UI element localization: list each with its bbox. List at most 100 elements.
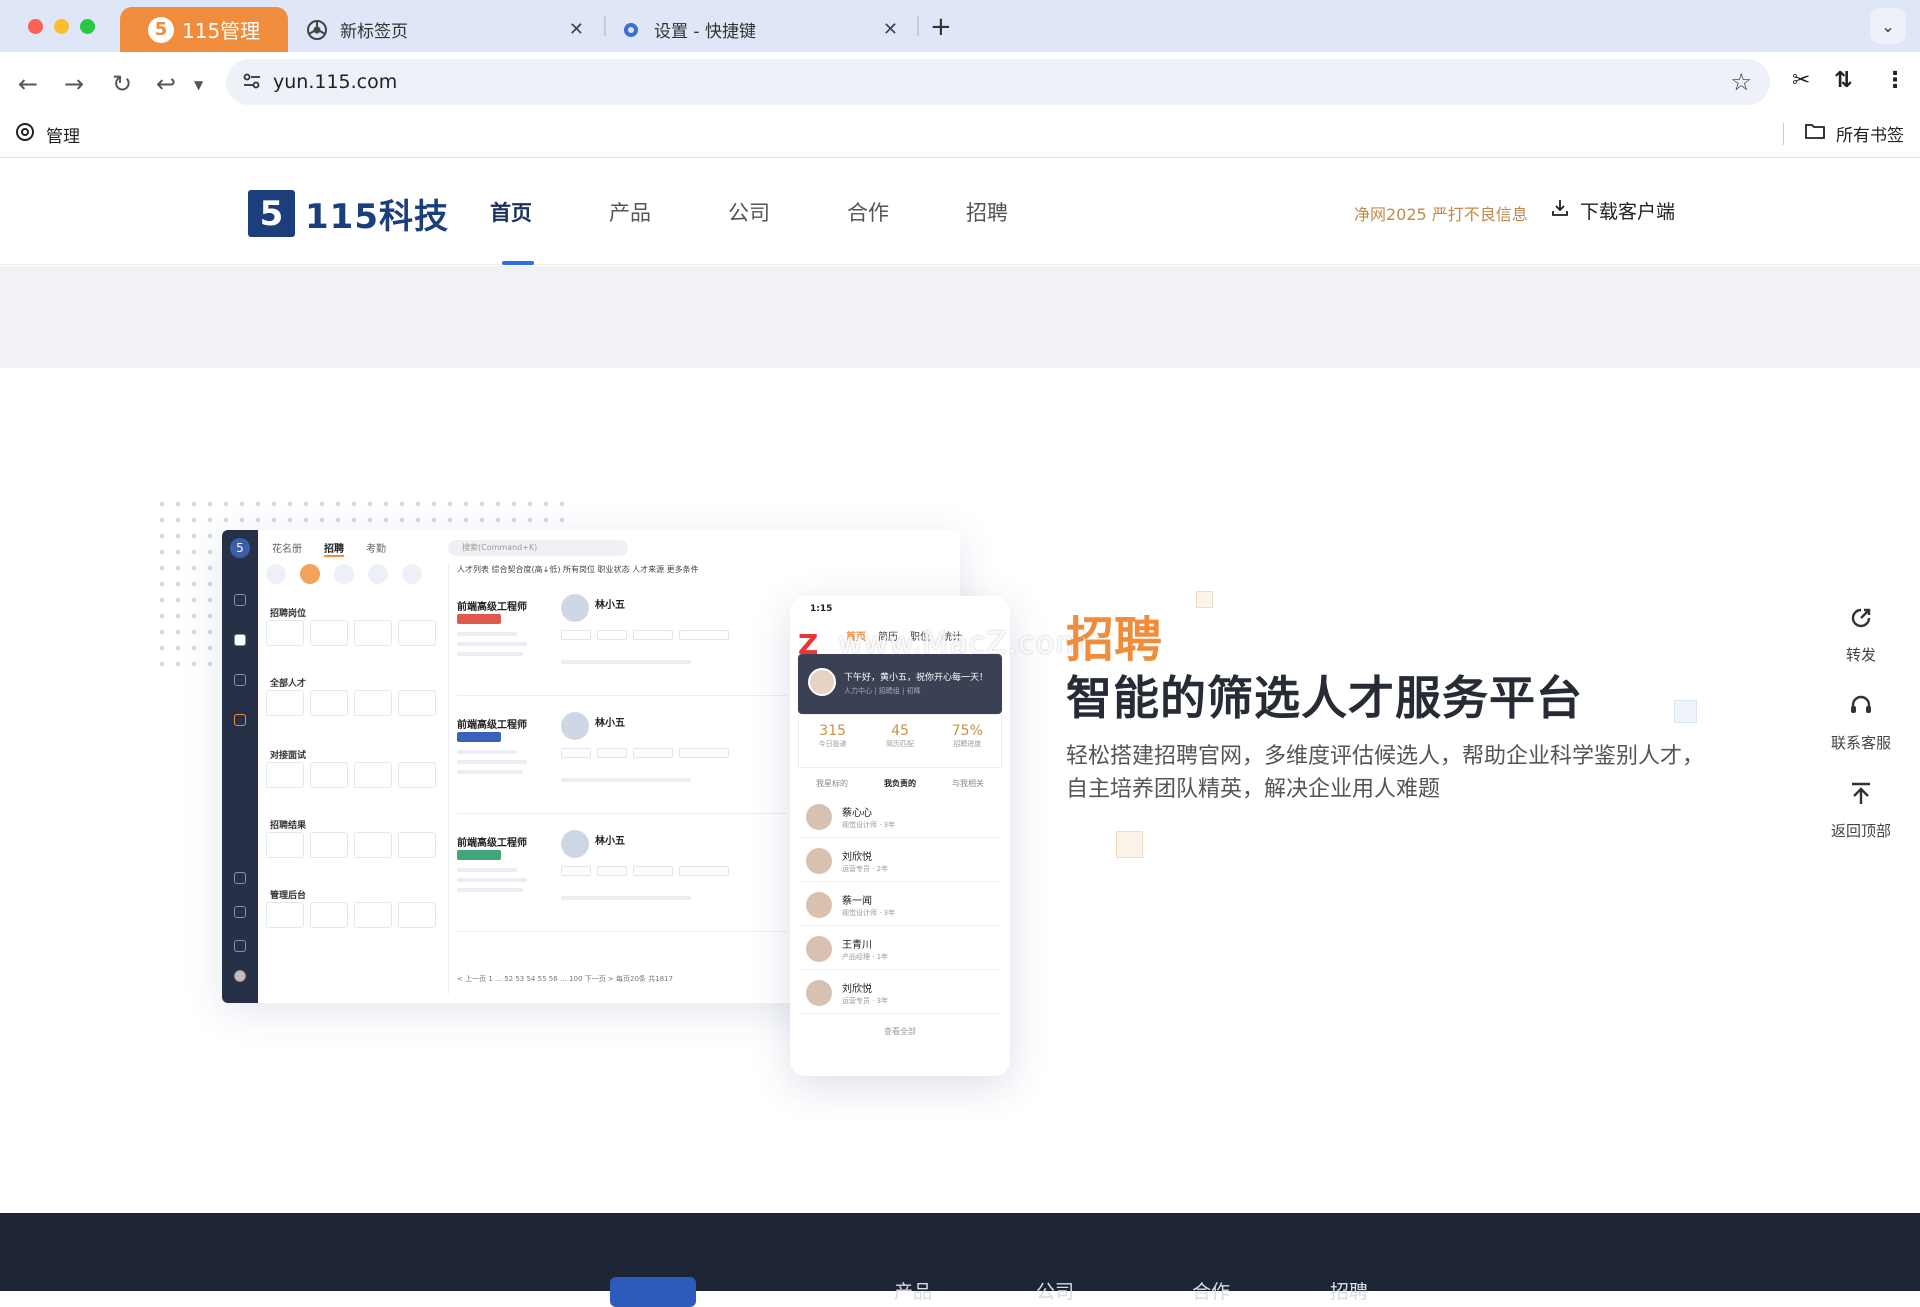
nav-recruitment[interactable]: 招聘 (966, 197, 1085, 227)
mock-candidate-card: 前端高级工程师 林小五 (457, 584, 787, 696)
reload-icon[interactable]: ↻ (112, 70, 132, 98)
mock-chip (633, 866, 673, 876)
zoom-window-button[interactable] (80, 19, 95, 34)
mock-text-line (457, 878, 527, 882)
close-window-button[interactable] (28, 19, 43, 34)
chrome-favicon-icon (306, 19, 328, 41)
phone-stat-value: 45 (891, 723, 909, 739)
phone-person-role: 视觉设计师 · 3年 (842, 821, 896, 829)
mock-chip (679, 866, 729, 876)
site-info-tune-icon[interactable] (242, 71, 262, 95)
mock-stat-box (398, 620, 436, 646)
mock-tabs: 花名册 招聘 考勤 (272, 540, 408, 557)
new-tab-plus-icon[interactable]: + (930, 12, 952, 42)
mock-stat-box (266, 902, 304, 928)
mock-module-icon (300, 564, 320, 584)
browser-toolbar: ← → ↻ ↩ ▼ yun.115.com ☆ ✂ ⇅ ⋮ (0, 52, 1920, 112)
site-logo[interactable]: 5 115科技 (248, 189, 449, 238)
hero-title: 智能的筛选人才服务平台 (1066, 671, 1583, 725)
mock-section-title: 招聘岗位 (270, 609, 307, 619)
mock-candidate-card: 前端高级工程师 林小五 (457, 702, 787, 814)
site-footer: 产品 公司 合作 招聘 (0, 1213, 1920, 1307)
phone-stat: 45 简历匹配 (866, 715, 933, 767)
logo-text: 115科技 (305, 197, 449, 237)
tab-settings-shortcuts[interactable]: 设置 - 快捷键 ✕ (616, 7, 906, 52)
phone-person-item: 王青川 产品经理 · 1年 (798, 928, 1002, 970)
mock-chip (561, 630, 591, 640)
mock-pagination: < 上一页 1 … 52 53 54 55 56 … 100 下一页 > 每页2… (457, 975, 673, 983)
url-text[interactable]: yun.115.com (273, 71, 397, 93)
minimize-window-button[interactable] (54, 19, 69, 34)
phone-person-name: 王青川 (842, 940, 872, 951)
phone-person-avatar (806, 804, 832, 830)
phone-stat-value: 75% (951, 723, 983, 739)
bookmark-manage[interactable]: 管理 (14, 121, 80, 148)
mock-module-icon (402, 564, 422, 584)
phone-segment: 与我相关 (952, 779, 984, 788)
mock-sidebar-icon (234, 674, 246, 686)
mock-candidate-name: 林小五 (595, 836, 625, 847)
address-bar[interactable]: yun.115.com ☆ (226, 59, 1770, 105)
mock-sidebar-icon (234, 594, 246, 606)
forward-arrow-icon[interactable]: → (64, 70, 84, 98)
extension-scissors-icon[interactable]: ✂ (1792, 68, 1810, 93)
download-client-button[interactable]: 下载客户端 (1550, 197, 1675, 224)
all-bookmarks-button[interactable]: 所有书签 (1804, 121, 1904, 146)
undo-history-icon[interactable]: ↩ (156, 70, 176, 98)
mock-sidebar-icon (234, 714, 246, 726)
download-icon (1550, 198, 1570, 223)
tab-115-manage[interactable]: 5 115管理 (120, 7, 288, 52)
customer-service-button[interactable]: 联系客服 (1818, 692, 1904, 753)
mock-chip (597, 748, 627, 758)
watermark-z-icon: Z (798, 628, 819, 661)
mock-text-line (457, 770, 523, 774)
mock-job-title: 前端高级工程师 (457, 720, 527, 731)
mock-tag (457, 850, 501, 860)
tab-label: 115管理 (182, 19, 261, 43)
mock-stat-box (354, 620, 392, 646)
share-label: 转发 (1845, 646, 1876, 664)
history-dropdown-icon[interactable]: ▼ (194, 78, 203, 92)
mock-chip (561, 866, 591, 876)
close-tab-icon[interactable]: ✕ (883, 19, 898, 40)
nav-home[interactable]: 首页 (490, 197, 609, 265)
mock-text-line (561, 778, 691, 782)
phone-stat-value: 315 (819, 723, 847, 739)
tab-search-chevron-icon[interactable]: ⌄ (1870, 8, 1906, 44)
notice-link[interactable]: 净网2025 严打不良信息 (1354, 201, 1528, 225)
bookmark-star-icon[interactable]: ☆ (1730, 68, 1752, 96)
mock-text-line (561, 896, 691, 900)
mock-chip (633, 748, 673, 758)
extension-transfer-icon[interactable]: ⇅ (1834, 68, 1852, 93)
phone-view-all: 查看全部 (884, 1027, 916, 1036)
tab-separator (604, 16, 606, 36)
banner-placeholder (0, 266, 1920, 368)
download-label: 下载客户端 (1580, 201, 1676, 223)
close-tab-icon[interactable]: ✕ (569, 19, 584, 40)
mock-section-title: 招聘结果 (270, 821, 307, 831)
back-arrow-icon[interactable]: ← (18, 70, 38, 98)
more-menu-icon[interactable]: ⋮ (1884, 68, 1906, 93)
mock-avatar (561, 712, 589, 740)
mock-chip (679, 748, 729, 758)
nav-products[interactable]: 产品 (609, 197, 728, 227)
back-to-top-label: 返回顶部 (1830, 822, 1891, 840)
share-icon (1818, 604, 1904, 636)
nav-cooperation[interactable]: 合作 (847, 197, 966, 227)
tab-new-tab[interactable]: 新标签页 ✕ (302, 7, 592, 52)
nav-company[interactable]: 公司 (728, 197, 847, 227)
mock-stat-box (354, 690, 392, 716)
mock-stat-box (266, 690, 304, 716)
back-to-top-button[interactable]: 返回顶部 (1818, 780, 1904, 841)
phone-segment: 我星标的 (816, 779, 848, 788)
mock-chip (561, 748, 591, 758)
mock-section-title: 全部人才 (270, 679, 307, 689)
bookmark-divider (1783, 123, 1784, 145)
mock-stat-box (354, 902, 392, 928)
mock-stat-box (310, 832, 348, 858)
phone-person-name: 刘欣悦 (842, 984, 872, 995)
settings-gear-icon (620, 19, 642, 41)
share-button[interactable]: 转发 (1818, 604, 1904, 665)
phone-person-avatar (806, 848, 832, 874)
mock-tag (457, 614, 501, 624)
